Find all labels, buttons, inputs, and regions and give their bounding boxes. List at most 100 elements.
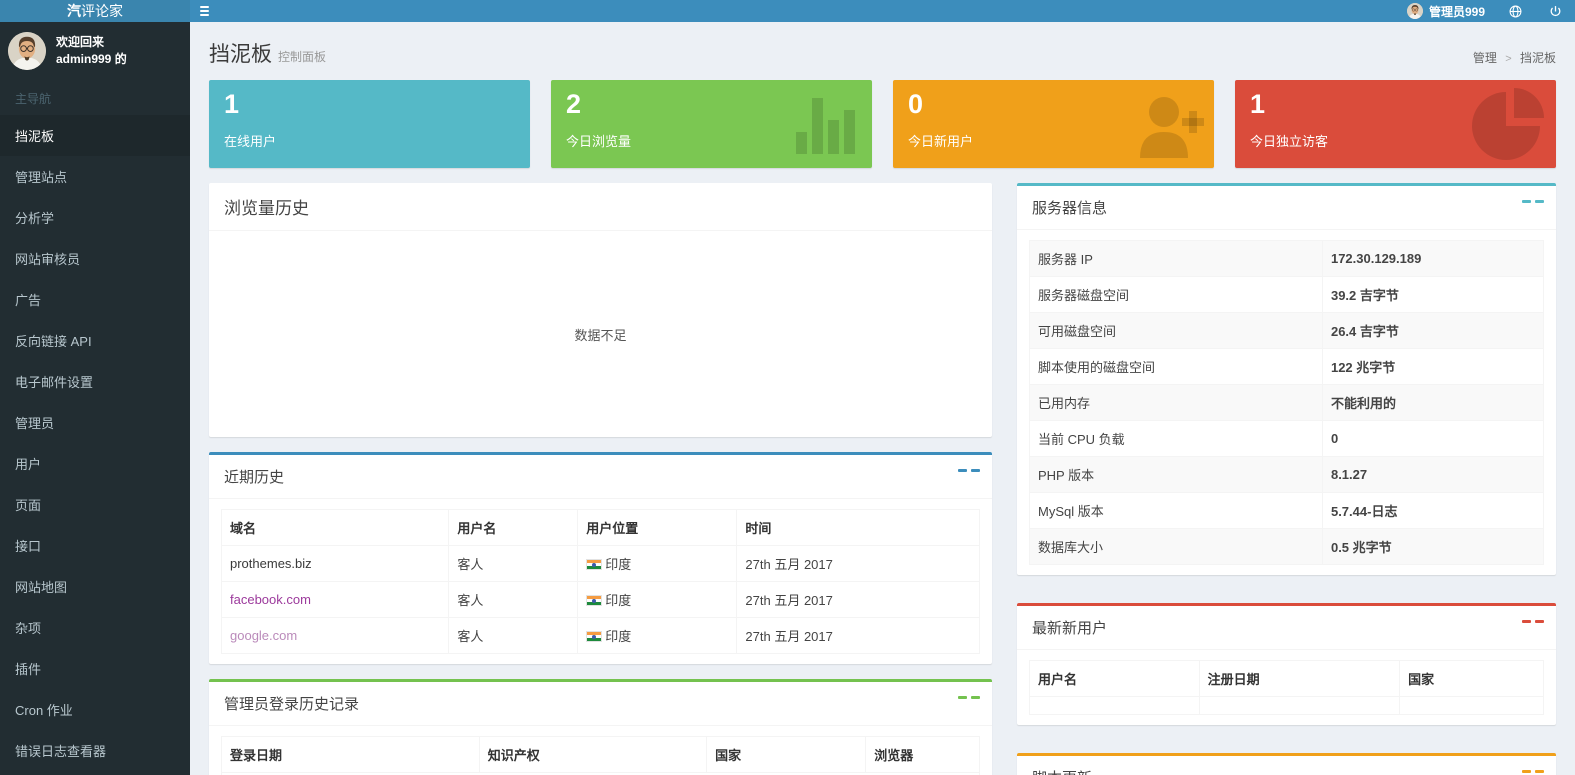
server-info-row: MySql 版本5.7.44-日志 <box>1030 493 1544 529</box>
panel-title: 浏览量历史 <box>224 199 309 218</box>
sidebar-link-sitemap[interactable]: 网站地图 <box>0 566 190 607</box>
server-info-value: 0.5 兆字节 <box>1322 529 1543 565</box>
collapse-button[interactable] <box>958 469 980 472</box>
column-header: 登录日期 <box>222 737 480 773</box>
breadcrumb-separator: > <box>1505 53 1511 65</box>
server-info-label: 已用内存 <box>1030 385 1323 421</box>
sidebar-link-backlink-api[interactable]: 反向链接 API <box>0 320 190 361</box>
app: 汽评论家 欢迎回来 admin999 的 主导航 挡泥板管理站点分析学网站审核员… <box>0 0 1575 775</box>
username-cell: 客人 <box>449 618 578 654</box>
table-header-row: 用户名注册日期国家 <box>1030 661 1544 697</box>
sidebar-menu: 挡泥板管理站点分析学网站审核员广告反向链接 API电子邮件设置管理员用户页面接口… <box>0 115 190 775</box>
table-header-row: 登录日期知识产权国家浏览器 <box>222 737 980 773</box>
collapse-button[interactable] <box>1522 620 1544 623</box>
script-update-panel: 脚本更新 您的版本2.8 版 <box>1017 753 1556 775</box>
server-info-row: 可用磁盘空间26.4 吉字节 <box>1030 313 1544 349</box>
panel-title: 管理员登录历史记录 <box>224 696 359 713</box>
sidebar-link-website-reviewer[interactable]: 网站审核员 <box>0 238 190 279</box>
column-header: 用户名 <box>1030 661 1200 697</box>
table-row <box>1030 697 1544 715</box>
newest-users-panel: 最新新用户 用户名注册日期国家 <box>1017 603 1556 725</box>
sidebar-link-ads[interactable]: 广告 <box>0 279 190 320</box>
content: 挡泥板控制面板 管理 > 挡泥板 1在线用户2今日浏览量0今日新用户1今日独立访… <box>190 22 1575 775</box>
sidebar-item-email-settings: 电子邮件设置 <box>0 361 190 402</box>
sidebar-item-dashboard: 挡泥板 <box>0 115 190 156</box>
column-header: 用户名 <box>449 510 578 546</box>
column-header: 时间 <box>737 510 980 546</box>
server-info-value: 122 兆字节 <box>1322 349 1543 385</box>
sidebar-link-pages[interactable]: 页面 <box>0 484 190 525</box>
server-info-table: 服务器 IP172.30.129.189服务器磁盘空间39.2 吉字节可用磁盘空… <box>1029 240 1544 565</box>
panel-title: 近期历史 <box>224 469 284 486</box>
table-row: google.com客人印度27th 五月 2017 <box>222 618 980 654</box>
time-cell: 27th 五月 2017 <box>737 546 980 582</box>
sidebar-link-plugins[interactable]: 插件 <box>0 648 190 689</box>
sidebar-link-dashboard[interactable]: 挡泥板 <box>0 115 190 156</box>
server-info-row: 脚本使用的磁盘空间122 兆字节 <box>1030 349 1544 385</box>
avatar <box>8 32 46 70</box>
panel-title: 最新新用户 <box>1032 620 1107 637</box>
sidebar-link-analytics[interactable]: 分析学 <box>0 197 190 238</box>
brand-logo-text: 评论家 <box>81 3 123 19</box>
collapse-button[interactable] <box>1522 200 1544 203</box>
logout-power-icon[interactable] <box>1535 0 1575 22</box>
none <box>446 88 522 160</box>
bar-chart-icon <box>788 88 864 160</box>
sidebar-item-misc: 杂项 <box>0 607 190 648</box>
brand-logo[interactable]: 汽评论家 <box>0 0 190 22</box>
server-info-label: 可用磁盘空间 <box>1030 313 1323 349</box>
server-info-label: 服务器磁盘空间 <box>1030 277 1323 313</box>
sidebar-link-api[interactable]: 接口 <box>0 525 190 566</box>
india-flag <box>586 559 602 570</box>
column-header: 国家 <box>707 737 866 773</box>
sidebar-link-misc[interactable]: 杂项 <box>0 607 190 648</box>
breadcrumb-current: 挡泥板 <box>1520 51 1556 65</box>
sidebar-link-php-info[interactable]: PHP 信息 <box>0 771 190 775</box>
sidebar-item-website-reviewer: 网站审核员 <box>0 238 190 279</box>
pie-chart-icon <box>1472 88 1548 160</box>
language-globe-icon[interactable] <box>1495 0 1535 22</box>
panel-title: 服务器信息 <box>1032 200 1107 217</box>
server-info-value: 0 <box>1322 421 1543 457</box>
sidebar-link-error-log-viewer[interactable]: 错误日志查看器 <box>0 730 190 771</box>
username-cell: 客人 <box>449 546 578 582</box>
domain-link: prothemes.biz <box>230 556 312 571</box>
server-info-row: 服务器 IP172.30.129.189 <box>1030 241 1544 277</box>
sidebar-item-analytics: 分析学 <box>0 197 190 238</box>
recent-history-table: 域名用户名用户位置时间prothemes.biz客人印度27th 五月 2017… <box>221 509 980 654</box>
user-plus-icon <box>1130 88 1206 160</box>
server-info-row: 已用内存不能利用的 <box>1030 385 1544 421</box>
domain-link[interactable]: google.com <box>230 628 297 643</box>
sidebar-item-cron-jobs: Cron 作业 <box>0 689 190 730</box>
column-header: 浏览器 <box>866 737 980 773</box>
table-row: facebook.com客人印度27th 五月 2017 <box>222 582 980 618</box>
server-info-value: 8.1.27 <box>1322 457 1543 493</box>
sidebar-link-email-settings[interactable]: 电子邮件设置 <box>0 361 190 402</box>
brand-logo-bold: 汽 <box>67 3 81 19</box>
column-header: 域名 <box>222 510 449 546</box>
sidebar-link-cron-jobs[interactable]: Cron 作业 <box>0 689 190 730</box>
sidebar-item-backlink-api: 反向链接 API <box>0 320 190 361</box>
breadcrumb: 管理 > 挡泥板 <box>1473 49 1556 68</box>
server-info-label: MySql 版本 <box>1030 493 1323 529</box>
location-cell: 印度 <box>605 629 631 644</box>
sidebar-link-admins[interactable]: 管理员 <box>0 402 190 443</box>
domain-link[interactable]: facebook.com <box>230 592 311 607</box>
breadcrumb-home[interactable]: 管理 <box>1473 51 1497 65</box>
sidebar-item-plugins: 插件 <box>0 648 190 689</box>
sidebar-item-users: 用户 <box>0 443 190 484</box>
location-cell: 印度 <box>605 593 631 608</box>
sidebar-link-manage-site[interactable]: 管理站点 <box>0 156 190 197</box>
collapse-button[interactable] <box>1522 770 1544 773</box>
sidebar-item-ads: 广告 <box>0 279 190 320</box>
server-info-value: 5.7.44-日志 <box>1322 493 1543 529</box>
sidebar-link-users[interactable]: 用户 <box>0 443 190 484</box>
sidebar-toggle-icon[interactable] <box>191 0 217 22</box>
collapse-button[interactable] <box>958 696 980 699</box>
server-info-row: 当前 CPU 负载0 <box>1030 421 1544 457</box>
india-flag <box>586 595 602 606</box>
user-menu[interactable]: 管理员999 <box>1397 0 1495 22</box>
sidebar-item-admins: 管理员 <box>0 402 190 443</box>
sidebar-item-pages: 页面 <box>0 484 190 525</box>
server-info-value: 39.2 吉字节 <box>1322 277 1543 313</box>
